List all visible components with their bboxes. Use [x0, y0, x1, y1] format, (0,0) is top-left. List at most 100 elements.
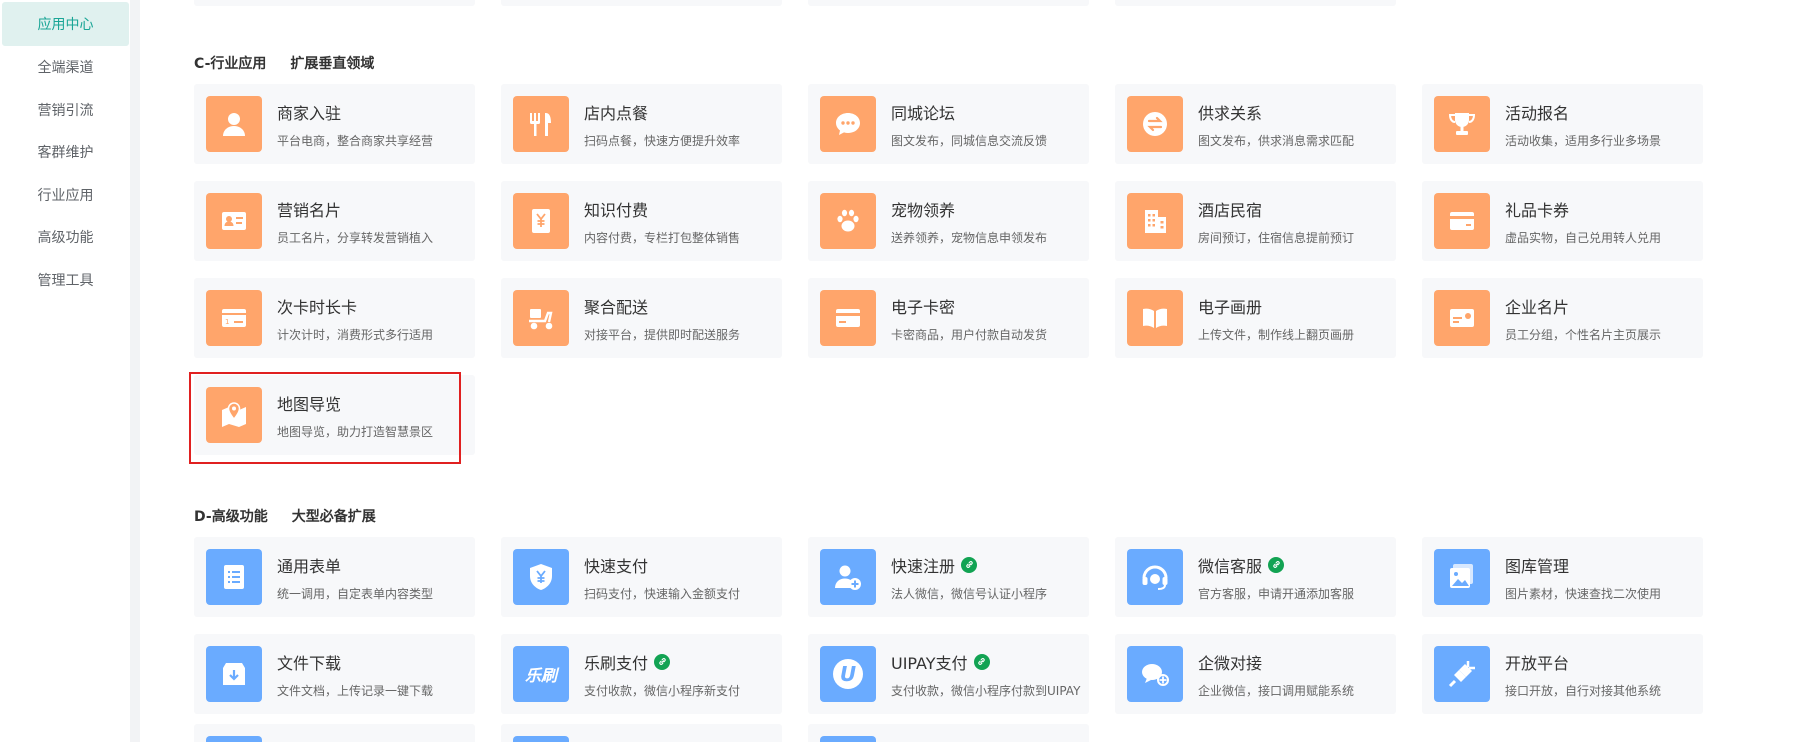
sidebar-item-customer[interactable]: 客群维护 [2, 130, 129, 174]
app-card[interactable]: 企微对接 企业微信，接口调用赋能系统 [1115, 634, 1396, 714]
card[interactable] [1115, 0, 1396, 6]
map-pin-icon [206, 387, 262, 443]
card-title-text: 商家入驻 [277, 103, 342, 123]
scooter-icon [513, 290, 569, 346]
card[interactable] [501, 0, 782, 6]
card-description: 支付收款，微信小程序新支付 [584, 683, 741, 698]
svg-text:1: 1 [225, 318, 229, 326]
card-title-text: 通用表单 [277, 556, 342, 576]
app-card[interactable]: 地图导览 地图导览，助力打造智慧景区 [194, 375, 475, 455]
card-description: 内容付费，专栏打包整体销售 [584, 230, 741, 245]
app-card[interactable]: 1 次卡时长卡 计次计时，消费形式多行适用 [194, 278, 475, 358]
sidebar-item-omni-channel[interactable]: 全端渠道 [2, 45, 129, 89]
card-title: 宠物领养 [891, 197, 1047, 221]
section-title-advanced: D-高级功能 大型必备扩展 [194, 506, 376, 526]
app-card[interactable]: 活动报名活动收集，适用多行业多场景 [1422, 84, 1703, 164]
app-card[interactable]: 同城论坛图文发布，同城信息交流反馈 [808, 84, 1089, 164]
section-subtitle: 扩展垂直领域 [290, 56, 375, 72]
card-title-text: 供求关系 [1198, 103, 1263, 123]
app-card[interactable]: 企业名片员工分组，个性名片主页展示 [1422, 278, 1703, 358]
card-title: UIPAY支付 [891, 650, 1080, 674]
open-book-icon [1127, 290, 1183, 346]
app-card[interactable]: 乐刷 乐刷支付 支付收款，微信小程序新支付 [501, 634, 782, 714]
app-card[interactable]: 文件下载 文件文档，上传记录一键下载 [194, 634, 475, 714]
app-card[interactable]: 图库管理 图片素材，快速查找二次使用 [1422, 537, 1703, 617]
card-description: 员工名片，分享转发营销植入 [277, 230, 434, 245]
card-title: 企业名片 [1505, 294, 1661, 318]
card-description: 虚品实物，自己兑用转人兑用 [1505, 230, 1662, 245]
card-title: 快速注册 [891, 553, 1047, 577]
card-title: 活动报名 [1505, 100, 1661, 124]
card-title: 同城论坛 [891, 100, 1047, 124]
link-icon [654, 653, 671, 670]
next-row-cards [194, 724, 1089, 742]
card-description: 平台电商，整合商家共享经营 [277, 133, 434, 148]
app-card[interactable]: 知识付费 内容付费，专栏打包整体销售 [501, 181, 782, 261]
app-card[interactable]: 电子卡密 卡密商品，用户付款自动发货 [808, 278, 1089, 358]
card-description: 活动收集，适用多行业多场景 [1505, 133, 1662, 148]
app-card[interactable]: 电子画册 上传文件，制作线上翻页画册 [1115, 278, 1396, 358]
card-title: 开放平台 [1505, 650, 1661, 674]
card-text: 快速注册法人微信，微信号认证小程序 [891, 553, 1047, 602]
app-card[interactable]: U UIPAY支付 支付收款，微信小程序付款到UIPAY [808, 634, 1089, 714]
card[interactable] [194, 724, 475, 742]
app-card[interactable]: 宠物领养 送养领养，宠物信息申领发布 [808, 181, 1089, 261]
card-title-text: UIPAY支付 [891, 653, 968, 673]
card-text: 电子画册 上传文件，制作线上翻页画册 [1198, 294, 1354, 343]
card-title: 快速支付 [584, 553, 740, 577]
card-text: 文件下载 文件文档，上传记录一键下载 [277, 650, 433, 699]
app-card[interactable]: 礼品卡券虚品实物，自己兑用转人兑用 [1422, 181, 1703, 261]
sidebar: 应用中心 全端渠道 营销引流 客群维护 行业应用 高级功能 管理工具 [0, 0, 130, 742]
card-text: 电子卡密 卡密商品，用户付款自动发货 [891, 294, 1047, 343]
card-description: 扫码点餐，快速方便提升效率 [584, 133, 741, 148]
card-description: 上传文件，制作线上翻页画册 [1198, 327, 1355, 342]
card[interactable] [808, 0, 1089, 6]
chat-bubble-icon [820, 96, 876, 152]
section-title-industry: C-行业应用 扩展垂直领域 [194, 53, 374, 73]
card-title-text: 图库管理 [1505, 556, 1570, 576]
card-title-text: 企业名片 [1505, 297, 1570, 317]
paw-icon [820, 193, 876, 249]
app-card[interactable]: 商家入驻平台电商，整合商家共享经营 [194, 84, 475, 164]
link-icon [1268, 556, 1285, 573]
app-card[interactable]: 聚合配送 对接平台，提供即时配送服务 [501, 278, 782, 358]
card-title-text: 地图导览 [277, 394, 342, 414]
card-description: 官方客服，申请开通添加客服 [1198, 586, 1355, 601]
sidebar-item-app-center[interactable]: 应用中心 [2, 2, 129, 46]
app-card[interactable]: 酒店民宿 房间预订，住宿信息提前预订 [1115, 181, 1396, 261]
user-add-icon [820, 549, 876, 605]
app-card[interactable]: 开放平台接口开放，自行对接其他系统 [1422, 634, 1703, 714]
app-card[interactable]: 微信客服 官方客服，申请开通添加客服 [1115, 537, 1396, 617]
app-card[interactable]: 快速注册法人微信，微信号认证小程序 [808, 537, 1089, 617]
card-description: 图文发布，供求消息需求匹配 [1198, 133, 1355, 148]
card-description: 图文发布，同城信息交流反馈 [891, 133, 1048, 148]
card-description: 员工分组，个性名片主页展示 [1505, 327, 1662, 342]
icon-text: U [833, 659, 863, 689]
card-description: 房间预订，住宿信息提前预订 [1198, 230, 1355, 245]
app-card[interactable]: 快速支付 扫码支付，快速输入金额支付 [501, 537, 782, 617]
app-card[interactable]: 供求关系图文发布，供求消息需求匹配 [1115, 84, 1396, 164]
exchange-icon [1127, 96, 1183, 152]
card[interactable] [808, 724, 1089, 742]
sidebar-item-marketing[interactable]: 营销引流 [2, 88, 129, 132]
sidebar-item-advanced[interactable]: 高级功能 [2, 215, 129, 259]
card-title-text: 快速支付 [584, 556, 649, 576]
card-description: 法人微信，微信号认证小程序 [891, 586, 1048, 601]
sidebar-item-tools[interactable]: 管理工具 [2, 258, 129, 302]
card-text: 企业名片员工分组，个性名片主页展示 [1505, 294, 1661, 343]
card-title-text: 文件下载 [277, 653, 342, 673]
card[interactable] [501, 724, 782, 742]
card-title: 文件下载 [277, 650, 433, 674]
card-title: 店内点餐 [584, 100, 740, 124]
card-text: 同城论坛图文发布，同城信息交流反馈 [891, 100, 1047, 149]
app-card[interactable]: 通用表单 统一调用，自定表单内容类型 [194, 537, 475, 617]
card-description: 接口开放，自行对接其他系统 [1505, 683, 1662, 698]
app-card[interactable]: 店内点餐扫码点餐，快速方便提升效率 [501, 84, 782, 164]
card-title-text: 聚合配送 [584, 297, 649, 317]
app-card[interactable]: 营销名片 员工名片，分享转发营销植入 [194, 181, 475, 261]
card-text: 宠物领养 送养领养，宠物信息申领发布 [891, 197, 1047, 246]
sidebar-item-industry[interactable]: 行业应用 [2, 173, 129, 217]
card[interactable] [194, 0, 475, 6]
industry-app-grid: 商家入驻 平台电商，整合商家共享经营 店内点餐 扫码点餐，快速方便提升效率 同城论坛 图文… [194, 84, 1703, 455]
card-title-text: 礼品卡券 [1505, 200, 1570, 220]
